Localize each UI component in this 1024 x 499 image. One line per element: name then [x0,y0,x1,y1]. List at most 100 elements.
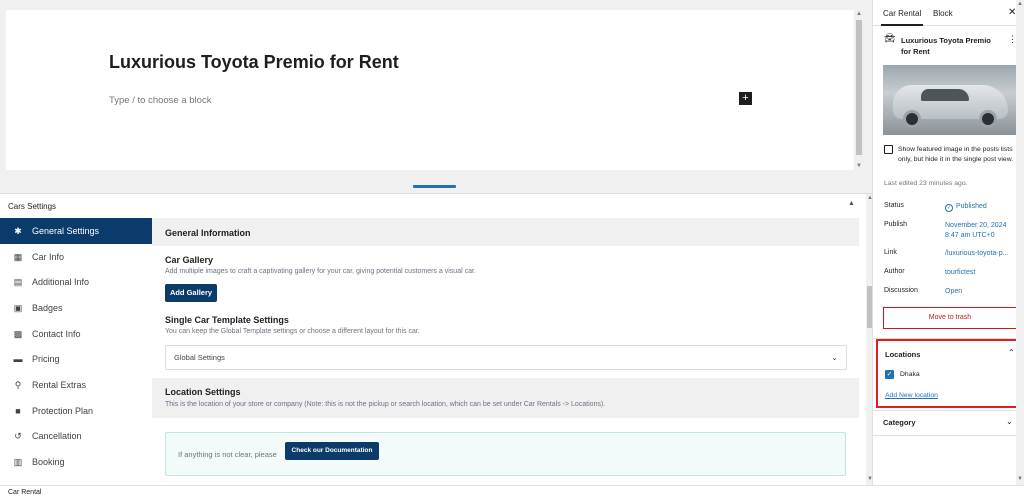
calendar-icon: ▦ [13,251,23,262]
general-information-header: General Information [152,218,859,246]
location-label-dhaka: Dhaka [900,371,920,378]
nav-item-label: Rental Extras [32,380,87,390]
section-title: General Information [165,228,251,238]
breadcrumb[interactable]: Car Rental [8,489,41,496]
section-title: Location Settings [165,387,241,397]
add-block-button[interactable]: + [739,92,752,105]
nav-item-badges[interactable]: ▣ Badges [0,295,152,321]
scroll-up-arrow-icon[interactable]: ▲ [855,10,863,18]
status-label: Status [884,202,904,209]
template-settings-desc: You can keep the Global Template setting… [165,328,420,335]
nav-item-contact-info[interactable]: ▩ Contact Info [0,321,152,347]
last-edited: Last edited 23 minutes ago. [884,180,968,187]
scroll-down-arrow-icon[interactable]: ▼ [855,162,863,170]
post-title[interactable]: Luxurious Toyota Premio for Rent [109,52,399,73]
add-new-location-link[interactable]: Add New location [885,392,938,399]
block-placeholder[interactable]: Type / to choose a block [109,95,211,106]
contact-card-icon: ▩ [13,328,23,339]
nav-item-rental-extras[interactable]: ⚲ Rental Extras [0,372,152,398]
link-label: Link [884,249,897,256]
undo-icon: ↺ [14,430,22,441]
nav-item-label: Cancellation [32,431,82,441]
editor-area: Luxurious Toyota Premio for Rent Type / … [0,0,872,182]
location-checkbox-dhaka[interactable]: ✓ [885,370,894,379]
metabox-title: Cars Settings [8,202,57,211]
add-gallery-button[interactable]: Add Gallery [165,284,217,302]
settings-sidebar: Car Rental Block ✕ 🚘︎ Luxurious Toyota P… [872,0,1024,485]
car-gallery-desc: Add multiple images to craft a captivati… [165,268,476,275]
nav-item-label: Badges [32,303,63,313]
locations-title[interactable]: Locations [885,350,920,359]
permalink[interactable]: /luxurious-toyota-p... [945,249,1008,259]
badge-icon: ▣ [13,302,23,313]
chevron-down-icon: ⌄ [831,353,838,362]
nav-item-protection-plan[interactable]: ■ Protection Plan [0,398,152,424]
nav-item-pricing[interactable]: ▬ Pricing [0,346,152,372]
settings-nav: ✱ General Settings ▦ Car Info ▤ Addition… [0,218,152,485]
car-gallery-title: Car Gallery [165,255,214,265]
nav-item-general-settings[interactable]: ✱ General Settings [0,218,152,244]
documentation-notice: If anything is not clear, please Check o… [165,432,846,476]
tab-car-rental[interactable]: Car Rental [883,9,921,18]
divider [873,435,1024,436]
publish-label: Publish [884,221,907,228]
nav-item-additional-info[interactable]: ▤ Additional Info [0,269,152,295]
active-tab-indicator [881,24,923,26]
gear-icon: ✱ [14,225,22,236]
featured-image-checkbox-label: Show featured image in the posts lists o… [898,146,1014,163]
location-settings-desc: This is the location of your store or co… [165,401,606,408]
nav-item-label: Car Info [32,252,65,262]
nav-item-label: Booking [32,457,65,467]
car-wheel-shape [903,110,921,128]
move-to-trash-button[interactable]: Move to trash [883,307,1017,329]
car-icon: 🚘︎ [884,33,896,43]
check-circle-icon: ✓ [945,204,953,212]
editor-canvas[interactable]: Luxurious Toyota Premio for Rent Type / … [6,10,854,170]
publish-date[interactable]: November 20, 2024 8:47 am UTC+0 [945,221,1021,240]
author-value[interactable]: tourfictest [945,268,975,278]
nav-item-label: Contact Info [32,329,81,339]
share-icon: ⚲ [14,379,22,390]
chevron-up-icon[interactable]: ⌃ [1008,348,1015,357]
sidebar-scrollbar[interactable]: ▲ ▼ [1016,0,1024,485]
featured-image[interactable] [883,65,1016,135]
tab-block[interactable]: Block [933,9,953,18]
status-value[interactable]: ✓ Published [945,202,987,212]
nav-item-label: Pricing [32,354,60,364]
document-icon: ▤ [13,276,23,287]
nav-item-label: General Settings [32,226,100,236]
post-summary-title: Luxurious Toyota Premio for Rent [901,36,991,56]
nav-item-label: Protection Plan [32,406,94,416]
location-settings-header: Location Settings This is the location o… [152,378,859,418]
cars-settings-metabox: Cars Settings ▲ ✱ General Settings ▦ Car… [0,194,866,485]
nav-item-booking[interactable]: ▥ Booking [0,449,152,475]
credit-card-icon: ▬ [13,354,23,364]
scroll-thumb[interactable] [856,20,862,155]
featured-image-checkbox[interactable] [884,145,893,154]
nav-item-label: Additional Info [32,277,90,287]
breadcrumb-bar: Car Rental [0,485,1024,499]
scroll-up-arrow-icon[interactable]: ▲ [1016,0,1024,8]
template-select[interactable]: Global Settings ⌄ [165,345,847,370]
chevron-down-icon: ⌄ [1006,417,1013,426]
settings-content: General Information Car Gallery Add mult… [152,218,866,485]
documentation-text: If anything is not clear, please [178,450,277,459]
car-wheel-shape [979,110,997,128]
locations-panel: Locations ⌃ ✓ Dhaka Add New location [876,339,1024,408]
lock-icon: ■ [15,406,21,416]
sidebar-tabs: Car Rental Block ✕ [873,0,1024,26]
discussion-label: Discussion [884,287,918,294]
editor-scrollbar[interactable]: ▲ ▼ [855,10,863,170]
template-settings-title: Single Car Template Settings [165,315,289,325]
resize-handle[interactable] [413,185,456,188]
booking-icon: ▥ [13,456,23,467]
nav-item-cancellation[interactable]: ↺ Cancellation [0,423,152,449]
documentation-button[interactable]: Check our Documentation [285,442,379,460]
nav-item-car-info[interactable]: ▦ Car Info [0,244,152,270]
category-panel[interactable]: Category ⌄ [873,411,1024,435]
scroll-down-arrow-icon[interactable]: ▼ [1016,475,1024,483]
template-select-value: Global Settings [174,353,225,362]
collapse-icon[interactable]: ▲ [848,200,855,207]
status-text: Published [956,203,987,210]
discussion-value[interactable]: Open [945,287,962,297]
